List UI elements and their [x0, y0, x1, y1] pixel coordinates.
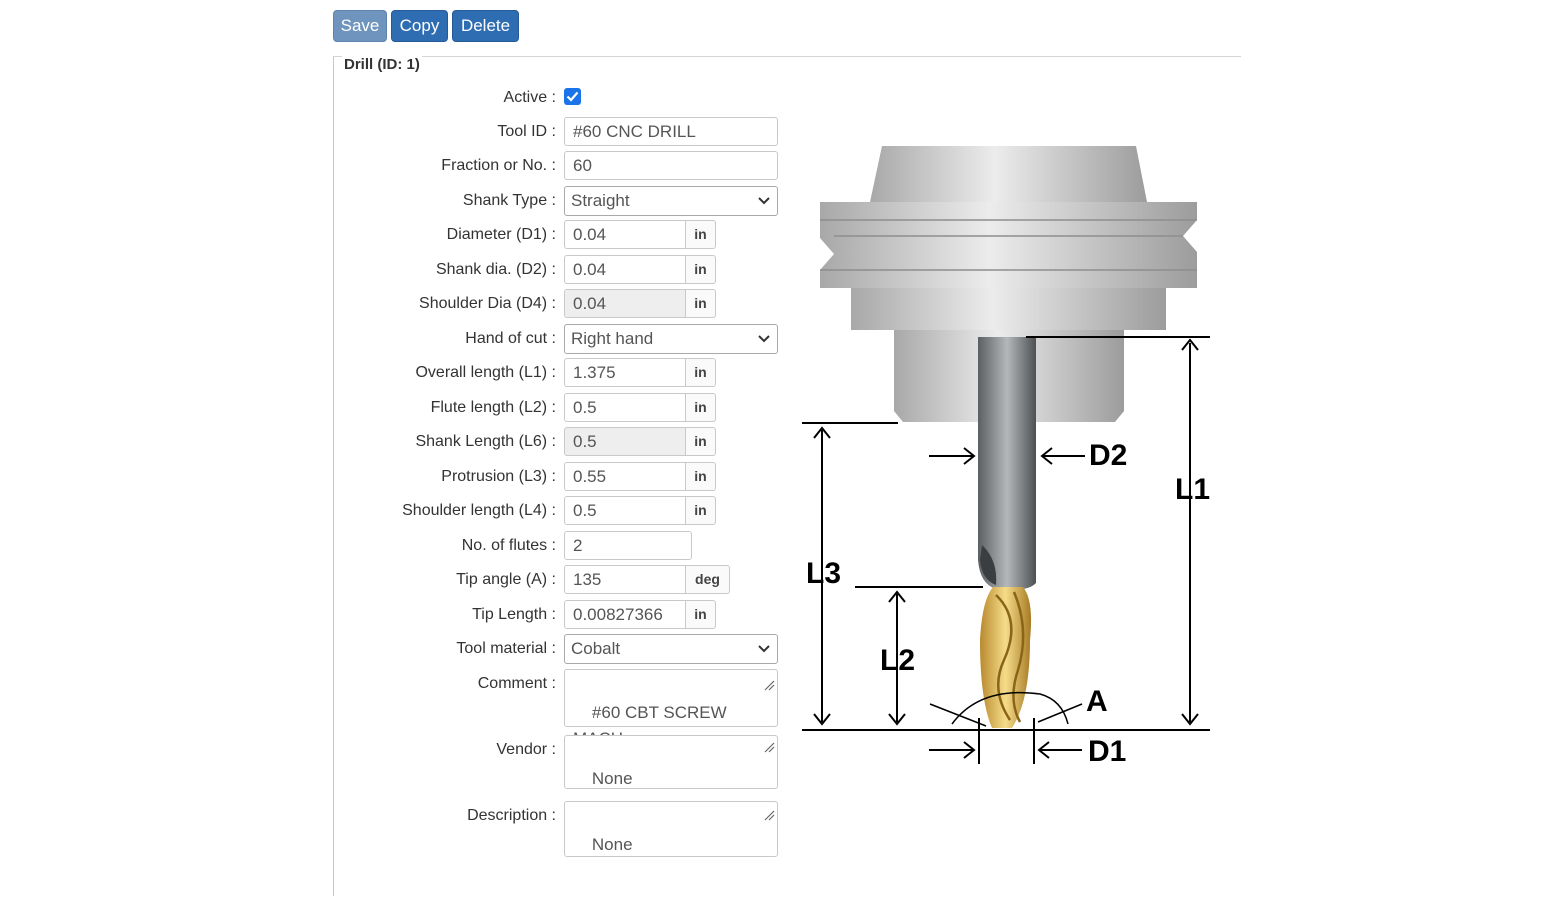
- delete-button[interactable]: Delete: [452, 10, 519, 42]
- resize-grip-icon[interactable]: [736, 709, 775, 787]
- chevron-down-icon: [757, 328, 771, 360]
- description-label: Description :: [467, 807, 556, 824]
- description-textarea[interactable]: None: [564, 801, 778, 857]
- flute-length-unit: in: [686, 393, 716, 422]
- drill-diagram: D2 L1 L3 L2 A D1: [802, 146, 1210, 768]
- toolbar: Save Copy Delete: [333, 10, 519, 42]
- shank-length-input: 0.5: [564, 427, 686, 456]
- vendor-label: Vendor :: [496, 741, 556, 758]
- label-l2: L2: [880, 644, 915, 677]
- row-flutes: No. of flutes : 2: [340, 531, 800, 561]
- shank-length-unit: in: [686, 427, 716, 456]
- row-active: Active :: [340, 83, 800, 113]
- label-l3: L3: [806, 557, 841, 590]
- tool-material-value: Cobalt: [571, 639, 621, 658]
- tip-angle-label: Tip angle (A) :: [456, 571, 556, 588]
- hand-of-cut-select[interactable]: Right hand: [564, 324, 778, 354]
- overall-length-input[interactable]: 1.375: [564, 358, 686, 387]
- shank-dia-label: Shank dia. (D2) :: [435, 261, 556, 278]
- save-button[interactable]: Save: [333, 10, 387, 42]
- shoulder-length-label: Shoulder length (L4) :: [402, 502, 556, 519]
- vendor-text: None: [591, 769, 633, 788]
- label-d1: D1: [1088, 735, 1126, 768]
- tip-length-input[interactable]: 0.00827366: [564, 600, 686, 629]
- row-shoulder-length: Shoulder length (L4) : 0.5 in: [340, 496, 800, 526]
- copy-button[interactable]: Copy: [391, 10, 448, 42]
- shank-dia-unit: in: [686, 255, 716, 284]
- drill-body: [978, 337, 1036, 728]
- flute-length-input[interactable]: 0.5: [564, 393, 686, 422]
- shank-dia-input[interactable]: 0.04: [564, 255, 686, 284]
- hand-of-cut-value: Right hand: [571, 329, 654, 348]
- row-tool-material: Tool material : Cobalt: [340, 634, 800, 664]
- fraction-input[interactable]: 60: [564, 151, 778, 180]
- tip-angle-unit: deg: [686, 565, 730, 594]
- tool-id-label: Tool ID :: [497, 123, 556, 140]
- row-flute-length: Flute length (L2) : 0.5 in: [340, 393, 800, 423]
- description-text: None: [591, 835, 633, 854]
- active-checkbox[interactable]: [564, 88, 581, 105]
- overall-length-unit: in: [686, 358, 716, 387]
- tool-material-label: Tool material :: [456, 640, 556, 657]
- row-shoulder-dia: Shoulder Dia (D4) : 0.04 in: [340, 289, 800, 319]
- shank-length-label: Shank Length (L6) :: [415, 433, 556, 450]
- row-shank-dia: Shank dia. (D2) : 0.04 in: [340, 255, 800, 285]
- comment-label: Comment :: [477, 675, 556, 692]
- shank-type-value: Straight: [571, 191, 630, 210]
- tip-angle-input[interactable]: 135: [564, 565, 686, 594]
- tip-length-unit: in: [686, 600, 716, 629]
- chevron-down-icon: [757, 190, 771, 222]
- row-shank-length: Shank Length (L6) : 0.5 in: [340, 427, 800, 457]
- row-hand-of-cut: Hand of cut : Right hand: [340, 324, 800, 354]
- flute-length-label: Flute length (L2) :: [430, 399, 556, 416]
- fieldset-legend: Drill (ID: 1): [342, 56, 422, 73]
- hand-of-cut-label: Hand of cut :: [465, 330, 556, 347]
- shoulder-length-unit: in: [686, 496, 716, 525]
- row-shank-type: Shank Type : Straight: [340, 186, 800, 216]
- check-icon: [566, 91, 579, 102]
- row-diameter: Diameter (D1) : 0.04 in: [340, 220, 800, 250]
- row-comment: Comment : #60 CBT SCREW MACH DRILL: [340, 669, 800, 774]
- protrusion-label: Protrusion (L3) :: [441, 468, 556, 485]
- shank-type-label: Shank Type :: [462, 192, 556, 209]
- shoulder-dia-label: Shoulder Dia (D4) :: [419, 295, 556, 312]
- row-fraction: Fraction or No. : 60: [340, 151, 800, 181]
- shank-type-select[interactable]: Straight: [564, 186, 778, 216]
- active-label: Active :: [503, 89, 556, 106]
- diameter-label: Diameter (D1) :: [446, 226, 556, 243]
- row-vendor: Vendor : None: [340, 735, 800, 789]
- flutes-input[interactable]: 2: [564, 531, 692, 560]
- shoulder-dia-unit: in: [686, 289, 716, 318]
- label-d2: D2: [1089, 439, 1127, 472]
- flutes-label: No. of flutes :: [461, 537, 556, 554]
- row-tip-length: Tip Length : 0.00827366 in: [340, 600, 800, 630]
- tool-id-input[interactable]: #60 CNC DRILL: [564, 117, 778, 146]
- overall-length-label: Overall length (L1) :: [415, 364, 556, 381]
- resize-grip-icon[interactable]: [736, 777, 775, 855]
- row-overall-length: Overall length (L1) : 1.375 in: [340, 358, 800, 388]
- diameter-unit: in: [686, 220, 716, 249]
- label-a: A: [1086, 685, 1108, 718]
- row-tip-angle: Tip angle (A) : 135 deg: [340, 565, 800, 595]
- shoulder-dia-input: 0.04: [564, 289, 686, 318]
- protrusion-input[interactable]: 0.55: [564, 462, 686, 491]
- protrusion-unit: in: [686, 462, 716, 491]
- row-tool-id: Tool ID : #60 CNC DRILL: [340, 117, 800, 147]
- shoulder-length-input[interactable]: 0.5: [564, 496, 686, 525]
- row-protrusion: Protrusion (L3) : 0.55 in: [340, 462, 800, 492]
- diameter-input[interactable]: 0.04: [564, 220, 686, 249]
- row-description: Description : None: [340, 801, 800, 857]
- label-l1: L1: [1175, 473, 1210, 506]
- tip-length-label: Tip Length :: [472, 606, 556, 623]
- fraction-label: Fraction or No. :: [441, 157, 556, 174]
